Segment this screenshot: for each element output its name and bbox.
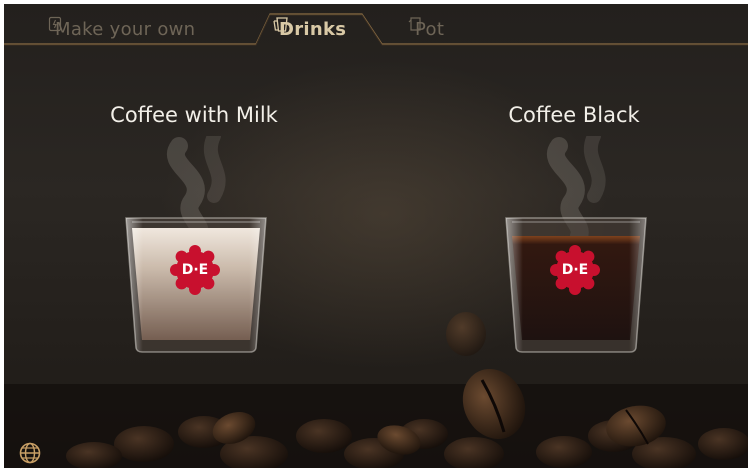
- tab-make-your-own[interactable]: Make your own: [48, 16, 195, 42]
- tab-pot[interactable]: Pot: [408, 16, 444, 42]
- tab-drinks[interactable]: Drinks: [272, 16, 346, 42]
- coffee-beans-decoration: [4, 312, 748, 468]
- language-button[interactable]: [18, 441, 42, 465]
- tab-label: Make your own: [55, 18, 196, 40]
- drinks-screen: Make your own Drinks Pot Coffee with Mil…: [4, 4, 748, 468]
- drink-name: Coffee with Milk: [110, 103, 278, 127]
- tab-bar: Make your own Drinks Pot: [4, 4, 748, 50]
- de-logo: D·E: [561, 262, 589, 278]
- de-logo: D·E: [181, 262, 209, 278]
- drink-name: Coffee Black: [508, 103, 640, 127]
- globe-icon: [19, 442, 41, 464]
